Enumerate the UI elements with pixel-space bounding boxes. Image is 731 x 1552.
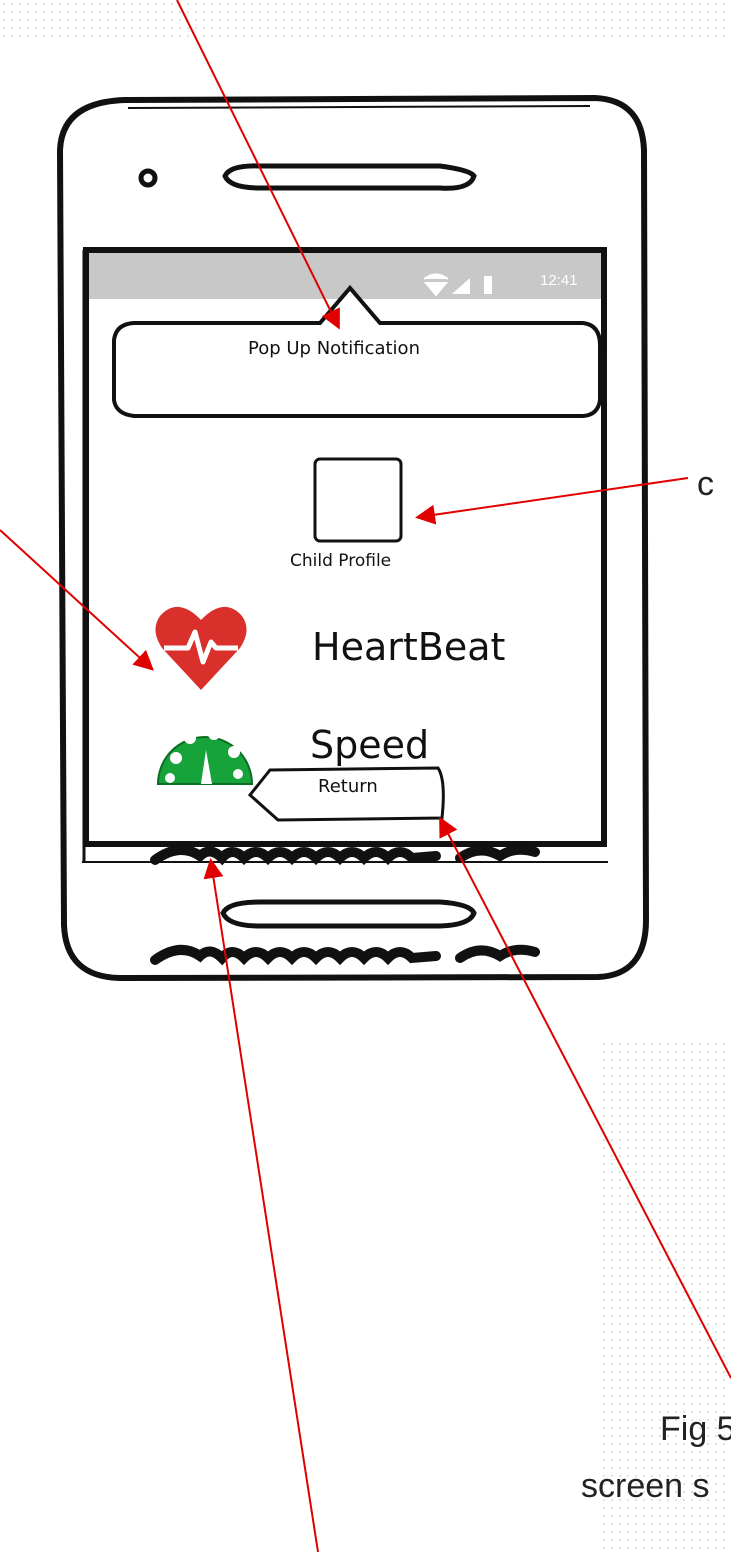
home-slot-icon [220, 899, 477, 929]
status-time: 12:41 [540, 272, 578, 289]
return-button-label: Return [318, 776, 378, 797]
speed-label: Speed [310, 723, 430, 767]
popup-notification-text: Pop Up Notification [248, 338, 420, 359]
child-profile-button[interactable] [314, 458, 402, 542]
battery-icon [484, 276, 492, 294]
caption-screen: screen s [581, 1467, 710, 1505]
caption-fig: Fig 5 [660, 1410, 731, 1448]
caption-right-top: c [697, 465, 714, 503]
speaker-slot [222, 163, 477, 191]
return-button[interactable]: Return [250, 768, 446, 822]
heartbeat-label: HeartBeat [312, 625, 506, 669]
child-profile-label: Child Profile [290, 551, 392, 571]
